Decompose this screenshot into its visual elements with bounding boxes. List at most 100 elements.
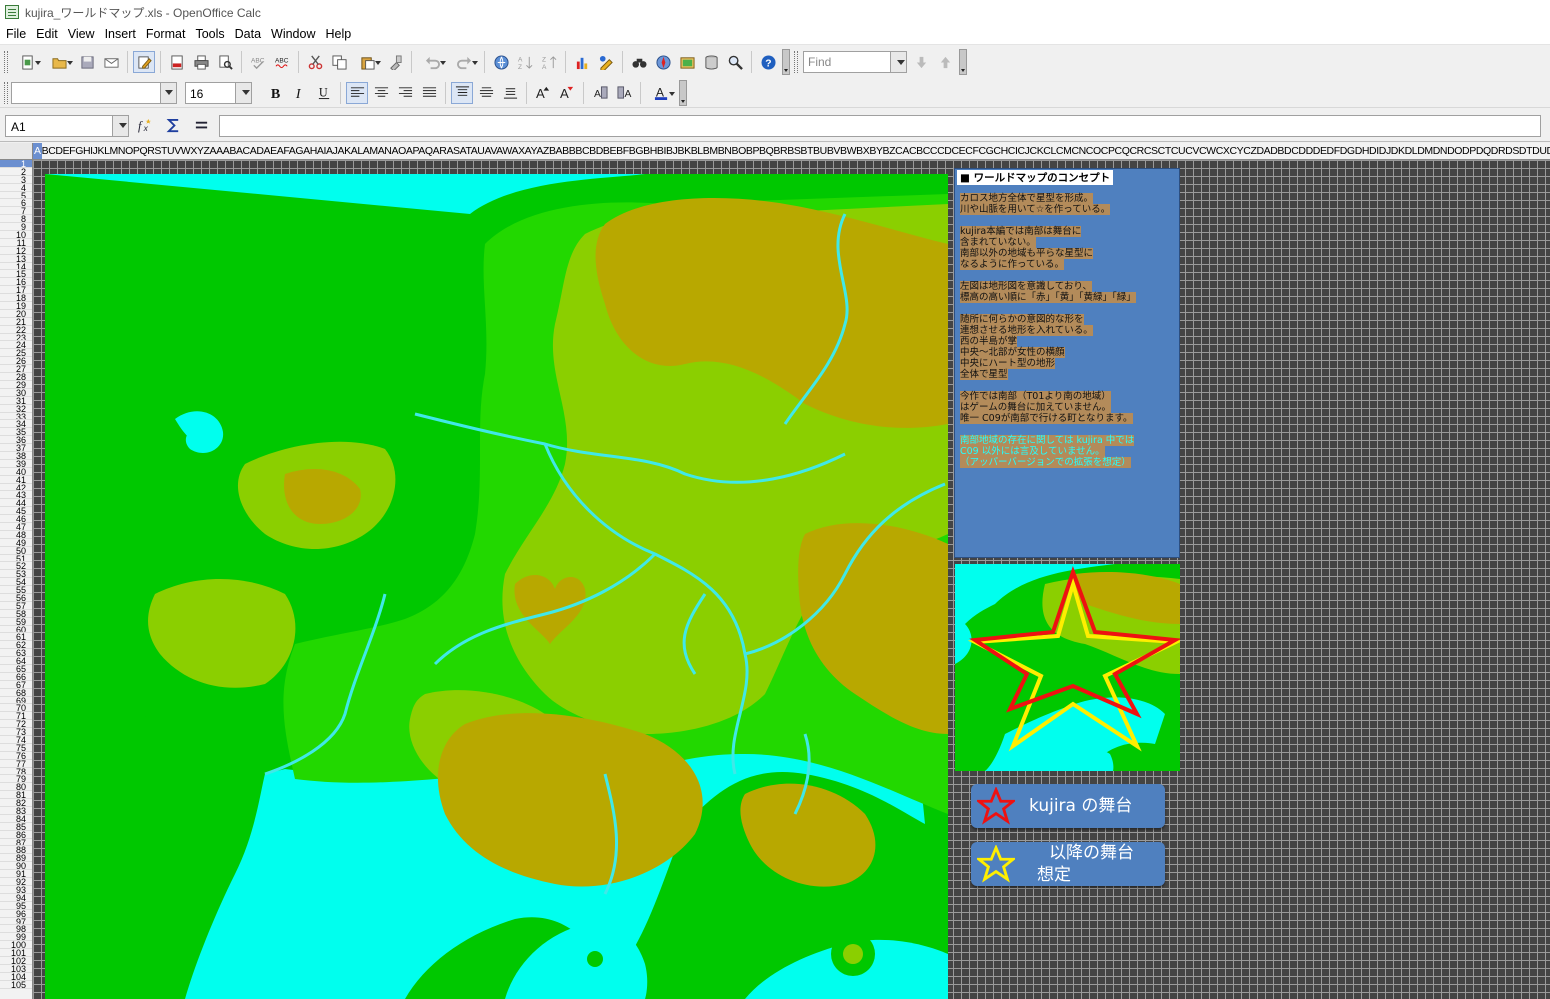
row-number[interactable]: 15 — [0, 270, 32, 279]
gallery-button[interactable] — [676, 51, 698, 73]
row-number[interactable]: 35 — [0, 428, 32, 437]
row-number[interactable]: 21 — [0, 318, 32, 326]
align-vertical-center-button[interactable] — [475, 82, 497, 104]
row-number[interactable]: 5 — [0, 192, 32, 200]
row-header[interactable]: 1 2 3 4 5 6 7 8 9 10 11 12 13 14 15 16 17 18 19 20 21 22 23 24 2… — [0, 160, 33, 999]
find-replace-button[interactable] — [628, 51, 650, 73]
align-bottom-button[interactable] — [499, 82, 521, 104]
row-number[interactable]: 48 — [0, 531, 32, 539]
sort-ascending-button[interactable]: AZ — [514, 51, 536, 73]
row-number[interactable]: 55 — [0, 586, 32, 594]
row-number[interactable]: 7 — [0, 207, 32, 216]
legend-kujira-stage[interactable]: kujira の舞台 — [971, 784, 1165, 828]
row-number[interactable]: 65 — [0, 665, 32, 673]
email-button[interactable] — [100, 51, 122, 73]
row-number[interactable]: 79 — [0, 775, 32, 784]
row-number[interactable]: 56 — [0, 594, 32, 602]
row-number[interactable]: 100 — [0, 941, 32, 950]
menu-window[interactable]: Window — [266, 24, 320, 45]
row-number[interactable]: 89 — [0, 854, 32, 863]
open-button[interactable] — [44, 51, 74, 73]
row-number[interactable]: 74 — [0, 736, 32, 744]
menu-insert[interactable]: Insert — [100, 24, 141, 45]
row-number[interactable]: 76 — [0, 752, 32, 760]
select-all-corner[interactable] — [0, 143, 33, 160]
spellcheck-button[interactable]: ABC — [247, 51, 269, 73]
row-number[interactable]: 41 — [0, 476, 32, 484]
row-number[interactable]: 104 — [0, 973, 32, 981]
row-number[interactable]: 3 — [0, 176, 32, 184]
bold-button[interactable]: B — [264, 82, 288, 104]
row-number[interactable]: 16 — [0, 278, 32, 287]
menu-file[interactable]: File — [0, 24, 31, 45]
row-number[interactable]: 93 — [0, 886, 32, 894]
star-map-thumbnail[interactable] — [955, 564, 1180, 771]
row-number[interactable]: 78 — [0, 768, 32, 776]
draw-functions-button[interactable] — [595, 51, 617, 73]
align-center-button[interactable] — [370, 82, 392, 104]
menu-view[interactable]: View — [63, 24, 100, 45]
row-number[interactable]: 103 — [0, 965, 32, 973]
outdent-button[interactable]: A — [613, 82, 635, 104]
row-number[interactable]: 75 — [0, 744, 32, 752]
row-number[interactable]: 52 — [0, 562, 32, 571]
row-number[interactable]: 54 — [0, 578, 32, 587]
hyperlink-button[interactable] — [490, 51, 512, 73]
toolbar-grip[interactable] — [4, 51, 8, 73]
insert-chart-button[interactable] — [571, 51, 593, 73]
row-number[interactable]: 26 — [0, 357, 32, 366]
paste-button[interactable] — [352, 51, 382, 73]
cut-button[interactable] — [304, 51, 326, 73]
menu-edit[interactable]: Edit — [31, 24, 63, 45]
help-button[interactable]: ? — [757, 51, 779, 73]
row-number[interactable]: 8 — [0, 215, 32, 224]
row-number[interactable]: 1 — [0, 160, 32, 168]
autospellcheck-button[interactable]: ABC — [271, 51, 293, 73]
align-top-button[interactable] — [451, 81, 473, 104]
menu-tools[interactable]: Tools — [190, 24, 229, 45]
print-button[interactable] — [190, 51, 212, 73]
row-number[interactable]: 86 — [0, 831, 32, 839]
function-wizard-button[interactable]: fx — [133, 115, 157, 137]
row-number[interactable]: 6 — [0, 199, 32, 208]
find-next-button[interactable] — [910, 51, 932, 73]
row-number[interactable]: 51 — [0, 555, 32, 563]
navigator-button[interactable] — [652, 51, 674, 73]
data-sources-button[interactable] — [700, 51, 722, 73]
align-right-button[interactable] — [394, 82, 416, 104]
row-number[interactable]: 84 — [0, 815, 32, 823]
column-labels[interactable]: BCDEFGHIJKLMNOPQRSTUVWXYZAAABACADAEAFAGA… — [42, 145, 1550, 157]
row-number[interactable]: 98 — [0, 925, 32, 934]
row-number[interactable]: 12 — [0, 247, 32, 255]
row-number[interactable]: 14 — [0, 263, 32, 271]
zoom-button[interactable] — [724, 51, 746, 73]
row-number[interactable]: 105 — [0, 981, 32, 989]
row-number[interactable]: 25 — [0, 349, 32, 358]
row-number[interactable]: 72 — [0, 720, 32, 729]
row-number[interactable]: 37 — [0, 444, 32, 452]
redo-button[interactable] — [449, 51, 479, 73]
row-number[interactable]: 99 — [0, 933, 32, 942]
function-button[interactable] — [189, 115, 213, 137]
toolbar-grip[interactable] — [4, 81, 8, 104]
sort-descending-button[interactable]: ZA — [538, 51, 560, 73]
row-number[interactable]: 39 — [0, 460, 32, 468]
indent-button[interactable]: A — [589, 82, 611, 104]
row-number[interactable]: 11 — [0, 239, 32, 247]
row-number[interactable]: 83 — [0, 807, 32, 815]
new-document-button[interactable] — [12, 51, 42, 73]
toolbar-overflow-handle[interactable] — [679, 79, 687, 106]
find-input[interactable]: Find — [803, 51, 907, 73]
legend-future-stage[interactable]: 以降の舞台 想定 — [971, 842, 1165, 886]
find-previous-button[interactable] — [934, 51, 956, 73]
row-number[interactable]: 36 — [0, 436, 32, 445]
row-number[interactable]: 88 — [0, 846, 32, 855]
row-number[interactable]: 57 — [0, 602, 32, 610]
row-number[interactable]: 2 — [0, 168, 32, 176]
row-number[interactable]: 60 — [0, 626, 32, 634]
row-number[interactable]: 96 — [0, 910, 32, 918]
row-number[interactable]: 18 — [0, 294, 32, 303]
row-number[interactable]: 28 — [0, 373, 32, 381]
row-number[interactable]: 43 — [0, 491, 32, 500]
row-number[interactable]: 32 — [0, 405, 32, 413]
